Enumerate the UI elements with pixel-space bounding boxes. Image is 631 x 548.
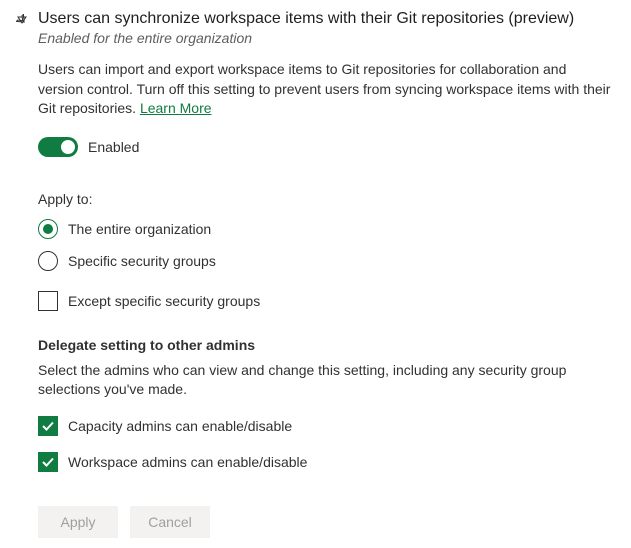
radio-label: Specific security groups [68,253,216,269]
radio-specific-groups[interactable]: Specific security groups [38,251,615,271]
apply-button[interactable]: Apply [38,506,118,538]
checkbox-except-groups[interactable]: Except specific security groups [38,291,615,311]
checkbox-label: Workspace admins can enable/disable [68,454,307,470]
setting-subtitle: Enabled for the entire organization [38,30,615,46]
checkbox-icon [38,291,58,311]
radio-entire-organization[interactable]: The entire organization [38,219,615,239]
checkbox-capacity-admins[interactable]: Capacity admins can enable/disable [38,416,615,436]
apply-to-label: Apply to: [38,191,615,207]
enabled-toggle[interactable] [38,137,78,157]
radio-icon [38,251,58,271]
toggle-label: Enabled [88,139,139,155]
setting-title: Users can synchronize workspace items wi… [38,10,615,28]
checkbox-label: Except specific security groups [68,293,260,309]
checkbox-workspace-admins[interactable]: Workspace admins can enable/disable [38,452,615,472]
delegate-header: Delegate setting to other admins [38,337,615,353]
cancel-button[interactable]: Cancel [130,506,210,538]
description-text: Users can import and export workspace it… [38,61,610,116]
chevron-expanded-icon[interactable] [16,14,28,26]
checkbox-label: Capacity admins can enable/disable [68,418,292,434]
delegate-description: Select the admins who can view and chang… [38,361,615,400]
checkbox-checked-icon [38,452,58,472]
checkbox-checked-icon [38,416,58,436]
radio-icon [38,219,58,239]
learn-more-link[interactable]: Learn More [140,100,212,116]
setting-description: Users can import and export workspace it… [38,60,615,119]
radio-label: The entire organization [68,221,211,237]
